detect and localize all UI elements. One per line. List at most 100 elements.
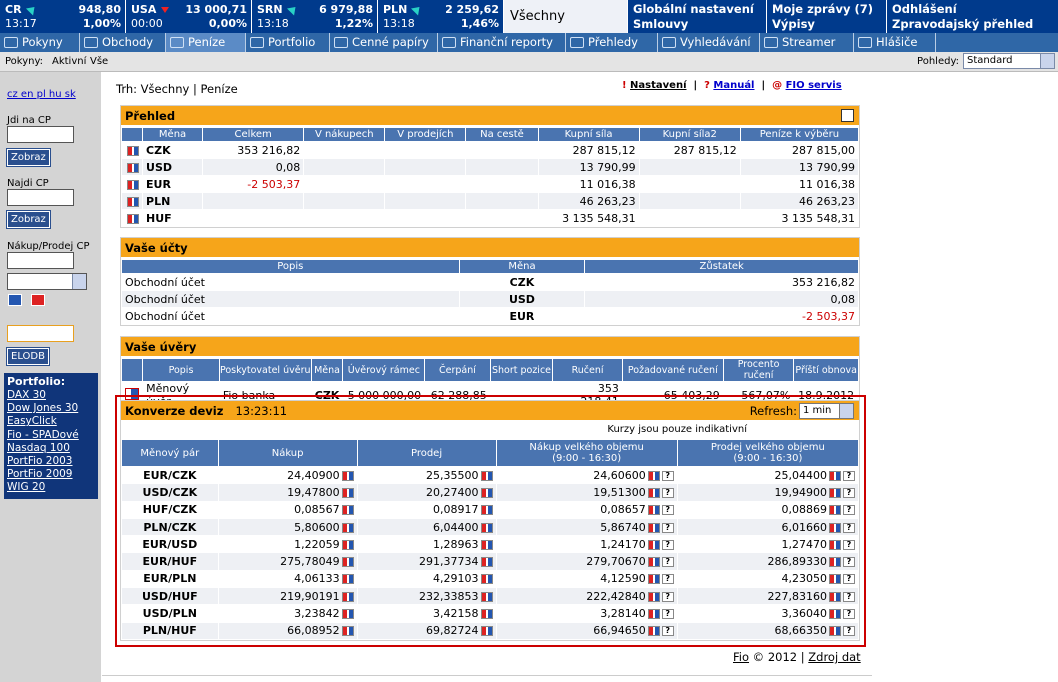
transfer-icon[interactable] — [127, 213, 139, 224]
flag-icon[interactable] — [829, 609, 841, 620]
flag-icon[interactable] — [829, 574, 841, 585]
flag-icon[interactable] — [341, 487, 354, 498]
help-icon[interactable]: ? — [843, 487, 855, 498]
flag-icon[interactable] — [480, 470, 493, 481]
trade-input[interactable] — [7, 252, 74, 269]
portfolio-link[interactable]: Nasdaq 100 — [4, 442, 98, 455]
flag-icon[interactable] — [341, 522, 354, 533]
help-icon[interactable]: ? — [843, 557, 855, 568]
menu-8[interactable]: Streamer — [760, 33, 854, 52]
buy-icon[interactable] — [8, 294, 22, 306]
flag-icon[interactable] — [480, 522, 493, 533]
flag-icon[interactable] — [647, 470, 660, 481]
views-select[interactable]: Standard — [963, 53, 1055, 69]
goto-input[interactable] — [7, 126, 74, 143]
elodb-input[interactable] — [7, 325, 74, 342]
transfer-icon[interactable] — [127, 162, 139, 173]
print-icon[interactable] — [841, 109, 854, 122]
portfolio-link[interactable]: EasyClick — [4, 415, 98, 428]
help-icon[interactable]: ? — [661, 487, 674, 498]
flag-icon[interactable] — [341, 470, 354, 481]
flag-icon[interactable] — [480, 539, 493, 550]
elodb-button[interactable]: ELODB — [6, 347, 50, 366]
fio-link[interactable]: Fio — [733, 650, 749, 664]
data-source-link[interactable]: Zdroj dat — [808, 650, 860, 664]
help-icon[interactable]: ? — [843, 470, 855, 481]
menu-3[interactable]: Portfolio — [246, 33, 330, 52]
ticker-cr[interactable]: CR 948,80 13:17 1,00% — [0, 0, 126, 33]
flag-icon[interactable] — [829, 487, 841, 498]
flag-icon[interactable] — [647, 557, 660, 568]
portfolio-link[interactable]: PortFio 2009 — [4, 468, 98, 481]
help-icon[interactable]: ? — [843, 591, 855, 602]
flag-icon[interactable] — [480, 505, 493, 516]
flag-icon[interactable] — [341, 574, 354, 585]
ticker-all[interactable]: Všechny — [504, 0, 628, 33]
manual-link[interactable]: Manuál — [713, 80, 754, 91]
flag-icon[interactable] — [480, 557, 493, 568]
top-link[interactable]: Zpravodajský přehled — [892, 17, 1050, 32]
help-icon[interactable]: ? — [843, 522, 855, 533]
transfer-icon[interactable] — [127, 145, 139, 156]
help-icon[interactable]: ? — [661, 557, 674, 568]
menu-9[interactable]: Hlášiče — [854, 33, 936, 52]
portfolio-link[interactable]: PortFio 2003 — [4, 455, 98, 468]
portfolio-link[interactable]: Fio - SPADové — [4, 429, 98, 442]
flag-icon[interactable] — [829, 539, 841, 550]
menu-6[interactable]: Přehledy — [566, 33, 658, 52]
flag-icon[interactable] — [341, 626, 354, 637]
flag-icon[interactable] — [647, 522, 660, 533]
portfolio-link[interactable]: WIG 20 — [4, 481, 98, 494]
flag-icon[interactable] — [341, 557, 354, 568]
help-icon[interactable]: ? — [843, 609, 855, 620]
help-icon[interactable]: ? — [661, 574, 674, 585]
top-link[interactable]: Odhlášení — [892, 2, 1050, 17]
flag-icon[interactable] — [647, 505, 660, 516]
settings-link[interactable]: Nastavení — [630, 80, 686, 91]
ticker-pln[interactable]: PLN 2 259,62 13:18 1,46% — [378, 0, 504, 33]
flag-icon[interactable] — [647, 609, 660, 620]
flag-icon[interactable] — [647, 539, 660, 550]
help-icon[interactable]: ? — [843, 574, 855, 585]
flag-icon[interactable] — [829, 626, 841, 637]
help-icon[interactable]: ? — [843, 626, 855, 637]
refresh-select[interactable]: 1 min — [799, 403, 854, 419]
language-links[interactable]: cz en pl hu sk — [7, 89, 76, 100]
flag-icon[interactable] — [341, 539, 354, 550]
flag-icon[interactable] — [480, 487, 493, 498]
help-icon[interactable]: ? — [661, 591, 674, 602]
sell-icon[interactable] — [31, 294, 45, 306]
menu-2[interactable]: Peníze — [166, 33, 246, 52]
flag-icon[interactable] — [829, 591, 841, 602]
transfer-icon[interactable] — [127, 196, 139, 207]
help-icon[interactable]: ? — [661, 609, 674, 620]
flag-icon[interactable] — [480, 591, 493, 602]
flag-icon[interactable] — [829, 505, 841, 516]
help-icon[interactable]: ? — [843, 505, 855, 516]
portfolio-link[interactable]: Dow Jones 30 — [4, 402, 98, 415]
menu-0[interactable]: Pokyny — [0, 33, 80, 52]
sub-item-active[interactable]: Aktivní — [52, 56, 86, 67]
find-input[interactable] — [7, 189, 74, 206]
flag-icon[interactable] — [829, 557, 841, 568]
top-link[interactable]: Smlouvy — [633, 17, 766, 32]
menu-7[interactable]: Vyhledávání — [658, 33, 760, 52]
ticker-usa[interactable]: USA 13 000,71 00:00 0,00% — [126, 0, 252, 33]
goto-show-button[interactable]: Zobraz — [6, 148, 51, 167]
menu-5[interactable]: Finanční reporty — [438, 33, 566, 52]
fio-service-link[interactable]: FIO servis — [786, 80, 842, 91]
menu-1[interactable]: Obchody — [80, 33, 166, 52]
find-show-button[interactable]: Zobraz — [6, 210, 51, 229]
help-icon[interactable]: ? — [661, 522, 674, 533]
trade-select[interactable] — [7, 273, 87, 290]
help-icon[interactable]: ? — [661, 539, 674, 550]
ticker-srn[interactable]: SRN 6 979,88 13:18 1,22% — [252, 0, 378, 33]
help-icon[interactable]: ? — [843, 539, 855, 550]
flag-icon[interactable] — [480, 574, 493, 585]
sub-item-all[interactable]: Vše — [90, 56, 108, 67]
top-link[interactable]: Moje zprávy (7) — [772, 2, 886, 17]
flag-icon[interactable] — [647, 591, 660, 602]
flag-icon[interactable] — [480, 609, 493, 620]
help-icon[interactable]: ? — [661, 470, 674, 481]
flag-icon[interactable] — [647, 626, 660, 637]
